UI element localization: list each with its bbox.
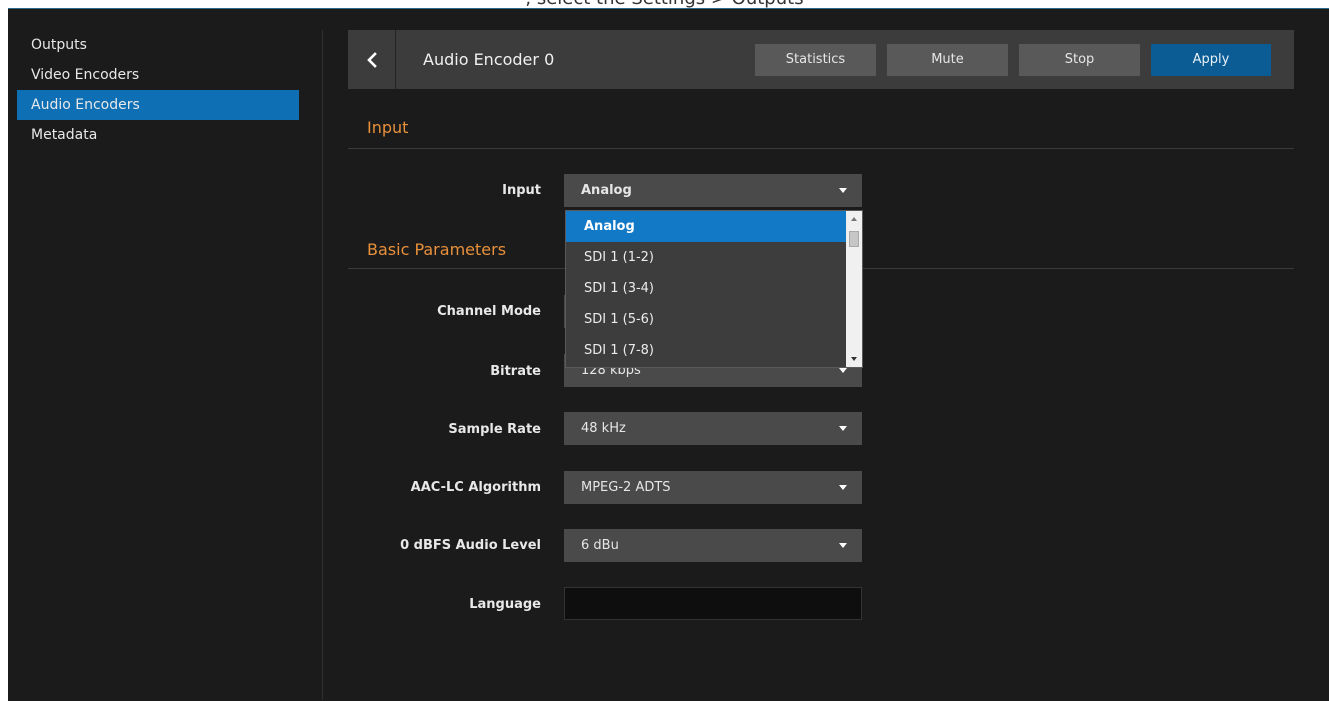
bitrate-label: Bitrate <box>490 364 541 379</box>
apply-button[interactable]: Apply <box>1151 44 1271 76</box>
input-select-value: Analog <box>581 183 632 198</box>
dropdown-option[interactable]: SDI 1 (1-2) <box>566 242 846 273</box>
sidebar-item-outputs[interactable]: Outputs <box>17 30 299 60</box>
caret-down-icon <box>839 543 847 548</box>
sidebar-item-audio-encoders[interactable]: Audio Encoders <box>17 90 299 120</box>
scroll-up-icon[interactable] <box>851 217 857 221</box>
aac-algorithm-select[interactable]: MPEG-2 ADTS <box>564 471 862 504</box>
section-divider <box>348 148 1294 149</box>
scroll-down-icon[interactable] <box>851 357 857 361</box>
dropdown-option[interactable]: Analog <box>566 211 846 242</box>
dropdown-option[interactable]: SDI 1 (3-4) <box>566 273 846 304</box>
language-input[interactable] <box>564 587 862 620</box>
aac-algorithm-label: AAC-LC Algorithm <box>410 480 541 495</box>
caret-down-icon <box>839 485 847 490</box>
statistics-button[interactable]: Statistics <box>755 44 876 76</box>
dropdown-option[interactable]: SDI 1 (5-6) <box>566 304 846 335</box>
section-title-basic-parameters: Basic Parameters <box>367 240 507 259</box>
caret-down-icon <box>839 188 847 193</box>
sidebar-item-metadata[interactable]: Metadata <box>17 120 299 150</box>
sample-rate-label: Sample Rate <box>448 422 541 437</box>
stop-button[interactable]: Stop <box>1019 44 1140 76</box>
input-dropdown-list[interactable]: Analog SDI 1 (1-2) SDI 1 (3-4) SDI 1 (5-… <box>565 210 863 368</box>
sample-rate-value: 48 kHz <box>581 421 626 436</box>
chevron-left-icon <box>366 51 377 68</box>
page-title: Audio Encoder 0 <box>423 50 555 69</box>
section-title-input: Input <box>367 118 409 137</box>
audio-level-select[interactable]: 6 dBu <box>564 529 862 562</box>
sample-rate-select[interactable]: 48 kHz <box>564 412 862 445</box>
language-label: Language <box>469 597 541 612</box>
scroll-thumb[interactable] <box>849 231 859 247</box>
back-button[interactable] <box>348 30 396 89</box>
dropdown-option[interactable]: SDI 1 (7-8) <box>566 335 846 366</box>
caret-down-icon <box>839 368 847 373</box>
input-label: Input <box>502 183 541 198</box>
input-select[interactable]: Analog <box>564 174 862 207</box>
aac-algorithm-value: MPEG-2 ADTS <box>581 480 671 495</box>
mute-button[interactable]: Mute <box>887 44 1008 76</box>
sidebar-item-video-encoders[interactable]: Video Encoders <box>17 60 299 90</box>
dropdown-scrollbar[interactable] <box>846 211 862 367</box>
audio-level-label: 0 dBFS Audio Level <box>400 538 541 553</box>
encoder-header: Audio Encoder 0 Statistics Mute Stop App… <box>348 30 1294 89</box>
audio-level-value: 6 dBu <box>581 538 619 553</box>
caret-down-icon <box>839 426 847 431</box>
sidebar-nav: Outputs Video Encoders Audio Encoders Me… <box>17 30 299 150</box>
channel-mode-label: Channel Mode <box>437 304 541 319</box>
